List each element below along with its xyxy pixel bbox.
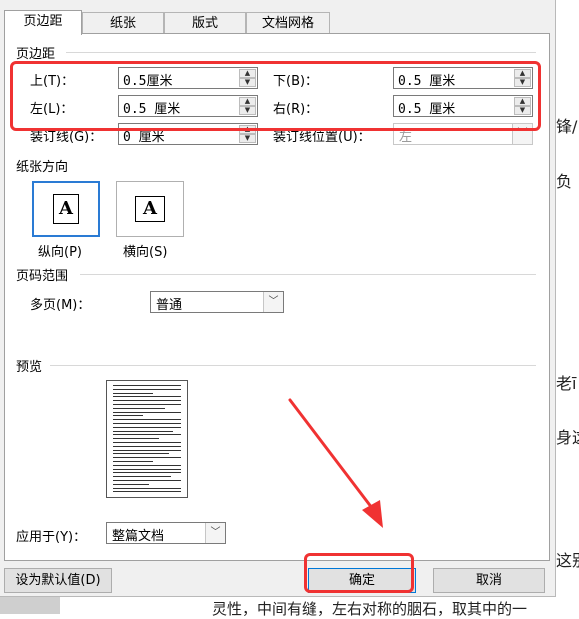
tab-margins[interactable]: 页边距 (4, 10, 82, 35)
arrow-shaft (288, 398, 374, 510)
arrow-annotation (288, 398, 383, 528)
arrow-head (362, 500, 383, 528)
